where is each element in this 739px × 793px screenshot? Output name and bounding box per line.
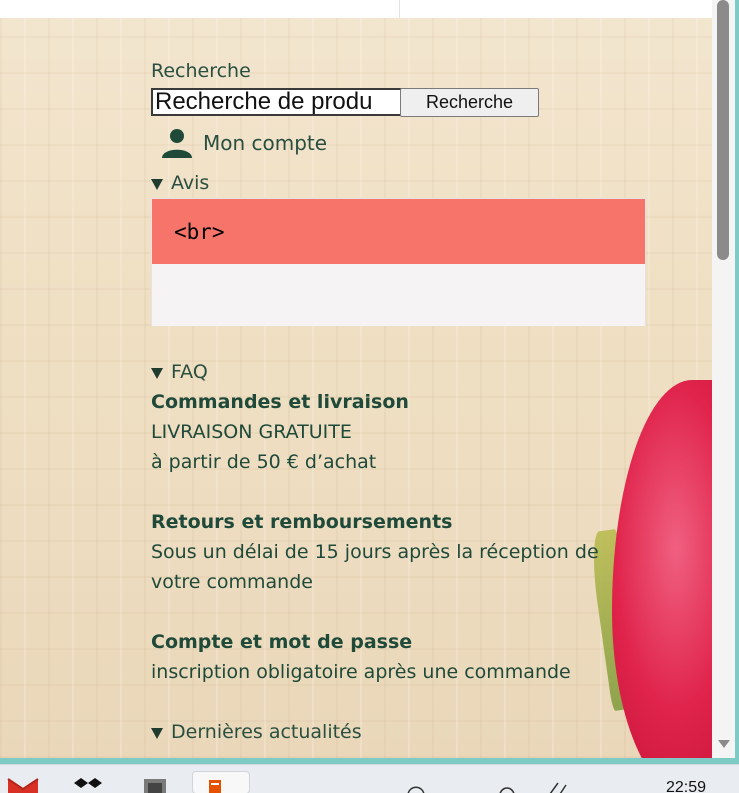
faq-text: à partir de 50 € d’achat xyxy=(151,451,377,473)
avis-summary-label: Avis xyxy=(171,172,210,194)
news-toggle[interactable]: Dernières actualités xyxy=(151,721,362,743)
triangle-down-icon xyxy=(151,178,163,190)
user-icon xyxy=(151,127,203,159)
avis-panel: <br> xyxy=(151,198,646,326)
account-link[interactable]: Mon compte xyxy=(151,127,327,159)
taskbar: 22:59 xyxy=(0,764,739,793)
search-input[interactable]: Recherche de produ xyxy=(151,88,401,116)
faq-text: Sous un délai de 15 jours après la récep… xyxy=(151,541,599,563)
faq-title: Retours et remboursements xyxy=(151,511,453,533)
app-icon[interactable] xyxy=(138,775,174,793)
taskbar-clock[interactable]: 22:59 xyxy=(666,779,706,793)
search-button[interactable]: Recherche xyxy=(400,88,539,117)
avis-toggle[interactable]: Avis xyxy=(151,172,209,194)
faq-text: LIVRAISON GRATUITE xyxy=(151,421,352,443)
faq-title: Compte et mot de passe xyxy=(151,631,413,653)
dropbox-icon[interactable] xyxy=(70,775,106,793)
news-summary-label: Dernières actualités xyxy=(171,721,362,743)
search-label: Recherche xyxy=(151,60,251,82)
avis-header: <br> xyxy=(152,199,645,264)
account-label: Mon compte xyxy=(203,131,328,155)
triangle-down-icon xyxy=(151,367,163,379)
tulip-decoration xyxy=(612,380,712,758)
faq-text: inscription obligatoire après une comman… xyxy=(151,661,571,683)
document-icon[interactable] xyxy=(192,771,250,793)
scrollbar-thumb[interactable] xyxy=(717,0,729,260)
gmail-icon[interactable] xyxy=(6,775,40,793)
scroll-down-arrow-icon[interactable] xyxy=(715,736,733,750)
faq-title: Commandes et livraison xyxy=(151,391,409,413)
triangle-down-icon xyxy=(151,727,163,739)
faq-summary-label: FAQ xyxy=(171,361,208,383)
tray-icons[interactable] xyxy=(400,775,580,793)
web-page: Recherche Recherche de produ Recherche M… xyxy=(0,0,712,758)
avis-body xyxy=(152,264,645,326)
faq-toggle[interactable]: FAQ xyxy=(151,361,208,383)
page-top-bar xyxy=(0,0,712,18)
avis-header-text: <br> xyxy=(174,219,225,244)
faq-text: votre commande xyxy=(151,571,313,593)
browser-window: Recherche Recherche de produ Recherche M… xyxy=(0,0,739,764)
top-bar-divider xyxy=(399,0,400,18)
